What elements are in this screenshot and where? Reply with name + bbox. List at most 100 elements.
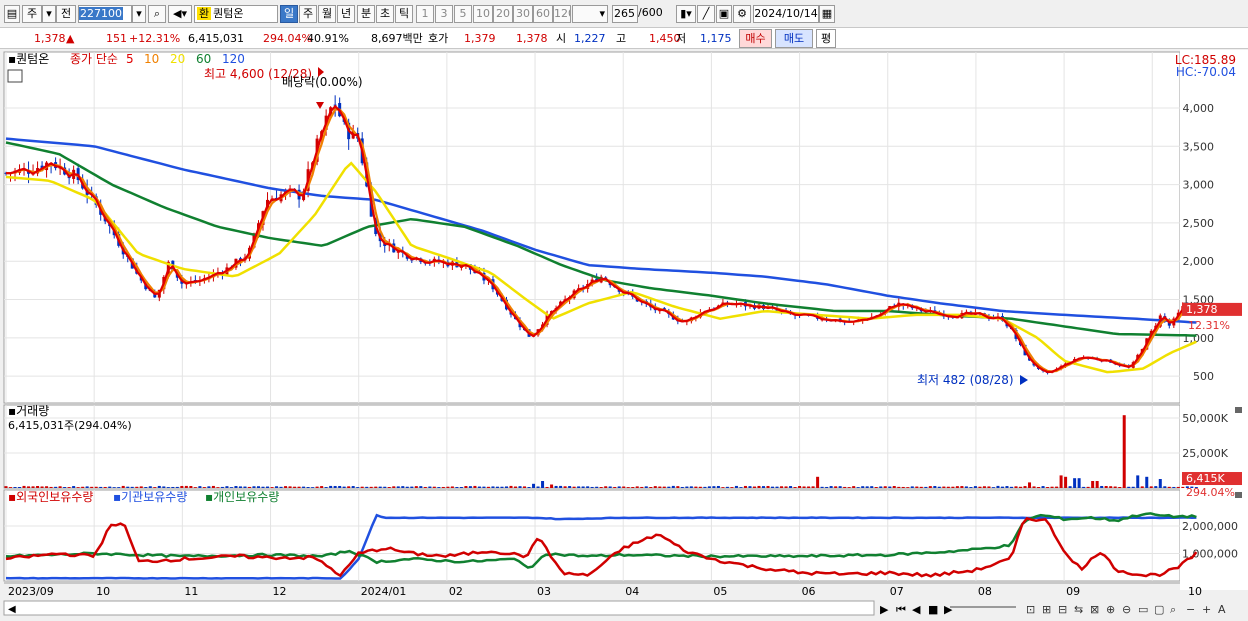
sound-icon[interactable]: ◀▾ — [168, 5, 192, 23]
volume-bar — [383, 486, 387, 488]
volume-bar — [36, 485, 40, 488]
period-day-button[interactable]: 일 — [280, 5, 298, 23]
volume-bar — [1109, 486, 1113, 488]
volume-bar — [888, 486, 892, 488]
current-price: 1,378 — [34, 32, 66, 45]
interval-5-button[interactable]: 5 — [454, 5, 472, 23]
volume-bar — [550, 484, 554, 488]
period-select[interactable]: 주 — [22, 5, 42, 23]
scrollbar-track — [3, 600, 875, 616]
stock-name: 퀀텀온 — [213, 7, 244, 20]
sell-button[interactable]: 매도 — [775, 29, 813, 48]
tool-icon-10: − — [1186, 603, 1195, 616]
interval-120-button[interactable]: 120 — [553, 5, 571, 23]
volume-bar — [1000, 486, 1004, 488]
volume-bar — [933, 486, 937, 488]
volume-bar — [252, 486, 256, 488]
interval-60-button[interactable]: 60 — [533, 5, 553, 23]
stock-title: ▪퀀텀온 — [8, 52, 49, 66]
holding-legend-0: ▪외국인보유수량 — [8, 490, 93, 504]
volume-bar — [302, 486, 306, 488]
custom-interval-select[interactable]: ▾ — [572, 5, 608, 23]
search-icon[interactable]: ⌕ — [148, 5, 166, 23]
volume-bar — [220, 486, 224, 488]
volume-bar — [9, 487, 13, 488]
legend-ma-10: 10 — [144, 52, 159, 66]
volume-bar — [901, 486, 905, 488]
volume-bar — [514, 486, 518, 488]
bid-price: 1,378 — [516, 32, 548, 45]
volume-bar — [85, 486, 89, 488]
grid-toggle-icon — [7, 69, 23, 83]
volume-bar — [369, 486, 373, 488]
candle-type-icon[interactable]: ▮▾ — [676, 5, 696, 23]
volume-bar — [1104, 485, 1108, 488]
period-tick-button[interactable]: 틱 — [395, 5, 413, 23]
y-tick-label: 500 — [1193, 370, 1214, 383]
interval-20-button[interactable]: 20 — [493, 5, 513, 23]
volume-bar — [1158, 479, 1162, 488]
date-input[interactable]: 2024/10/14 — [753, 5, 819, 23]
volume-tag-text: 6,415K — [1186, 472, 1225, 485]
volume-bar — [658, 486, 662, 488]
period-year-button[interactable]: 년 — [337, 5, 355, 23]
period-minute-button[interactable]: 분 — [357, 5, 375, 23]
save-icon[interactable]: ▣ — [716, 5, 732, 23]
volume-bar — [608, 486, 612, 488]
volume-bar — [829, 486, 833, 488]
volume-bar — [378, 486, 382, 488]
volume-bar — [392, 486, 396, 488]
volume-bar — [464, 486, 468, 488]
buy-button[interactable]: 매수 — [739, 29, 772, 48]
stock-name-field[interactable]: 환 퀀텀온 — [194, 5, 278, 23]
volume-bar — [662, 486, 666, 488]
volume-bar — [329, 485, 333, 488]
volume-bar — [509, 485, 513, 488]
layout-icon[interactable]: ▤ — [4, 5, 20, 23]
interval-1-button[interactable]: 1 — [416, 5, 434, 23]
prev-button[interactable]: 전 — [56, 5, 76, 23]
interval-30-button[interactable]: 30 — [513, 5, 533, 23]
volume-bar — [689, 486, 693, 488]
volume-bar — [243, 486, 247, 488]
data-count-input[interactable]: 265 — [612, 5, 638, 23]
period-week-button[interactable]: 주 — [299, 5, 317, 23]
volume-bar — [315, 486, 319, 488]
volume-bar — [721, 487, 725, 488]
volume-bar — [928, 486, 932, 488]
volume-bar — [798, 486, 802, 488]
volume-bar — [207, 486, 211, 488]
volume-pct: 294.04% — [263, 32, 312, 45]
interval-10-button[interactable]: 10 — [473, 5, 493, 23]
period-month-button[interactable]: 월 — [318, 5, 336, 23]
gear-icon[interactable]: ⚙ — [733, 5, 751, 23]
volume-bar — [1005, 486, 1009, 488]
volume-bar — [482, 486, 486, 488]
period-second-button[interactable]: 초 — [376, 5, 394, 23]
volume-bar — [780, 486, 784, 488]
volume-value: 6,415,031 — [188, 32, 244, 45]
toolbar: ▤ 주 ▾ 전 227100 ▾ ⌕ ◀▾ 환 퀀텀온 일 주 월 년 분 초 틱… — [0, 0, 1248, 28]
volume-bar — [157, 485, 161, 488]
x-axis-label: 08 — [978, 585, 992, 598]
volume-bar — [455, 486, 459, 488]
chart-line-icon[interactable]: ╱ — [697, 5, 715, 23]
chevron-down-icon[interactable]: ▾ — [132, 5, 146, 23]
eval-button[interactable]: 평 — [816, 29, 836, 48]
volume-bar — [653, 486, 657, 488]
volume-pct-tag: 294.04% — [1186, 486, 1235, 499]
volume-bar — [72, 486, 76, 488]
x-axis-label: 2023/09 — [8, 585, 54, 598]
calendar-icon[interactable]: ▦ — [819, 5, 835, 23]
stock-code-input[interactable]: 227100 — [78, 5, 132, 23]
volume-bar — [982, 486, 986, 488]
current-price-tag-text: 1,378 — [1186, 303, 1218, 316]
volume-bar — [649, 486, 653, 488]
interval-3-button[interactable]: 3 — [435, 5, 453, 23]
volume-bar — [1073, 478, 1077, 488]
volume-bar — [1100, 485, 1104, 488]
volume-bar — [234, 486, 238, 488]
volume-bar — [58, 486, 62, 488]
volume-bar — [31, 486, 35, 488]
chevron-down-icon[interactable]: ▾ — [42, 5, 56, 23]
